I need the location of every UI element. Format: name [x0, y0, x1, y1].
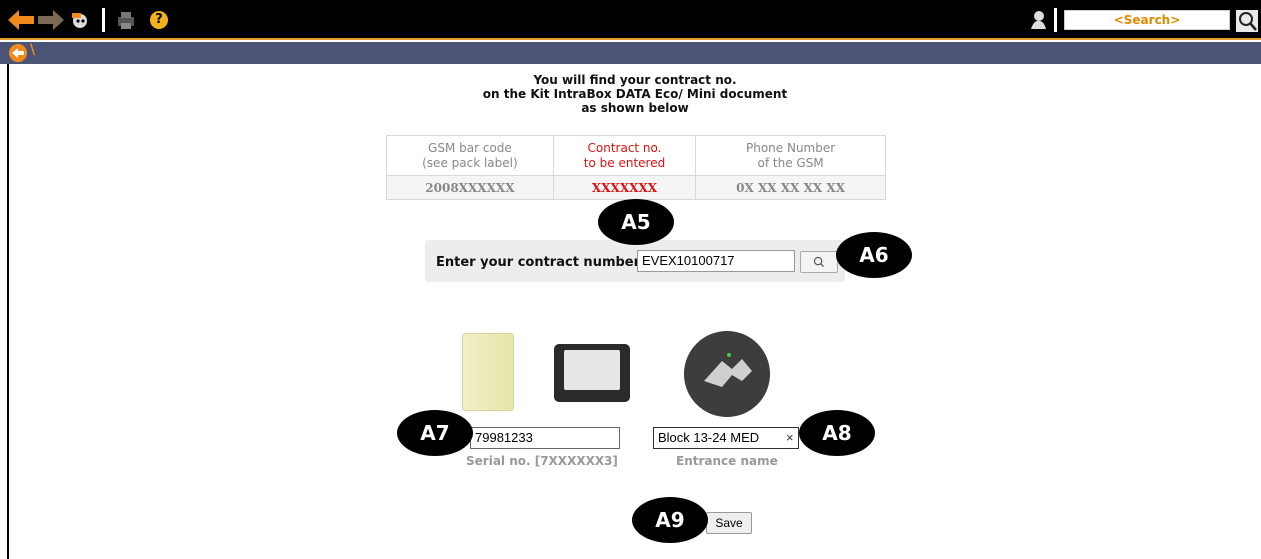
help-icon[interactable]: ? [150, 11, 168, 29]
search-input[interactable]: <Search> [1064, 10, 1230, 30]
instructions-line-1: You will find your contract no. [533, 73, 737, 87]
serial-number-caption: Serial no. [7XXXXXX3] [466, 454, 618, 468]
table-header-row: GSM bar code (see pack label) Contract n… [386, 135, 886, 176]
entrance-name-caption: Entrance name [676, 454, 778, 468]
contract-number-label: Enter your contract number [436, 255, 641, 270]
user-icon[interactable] [1028, 9, 1048, 31]
back-circle-icon[interactable] [9, 44, 27, 62]
robot-icon[interactable] [68, 9, 92, 31]
save-button[interactable]: Save [706, 512, 752, 534]
top-toolbar: ? <Search> [0, 0, 1261, 40]
page-border [7, 64, 9, 559]
annotation-badge-a8: A8 [799, 410, 875, 456]
clear-icon[interactable]: × [786, 430, 794, 445]
instructions: You will find your contract no. on the K… [420, 73, 850, 115]
entrance-name-input[interactable]: Block 13-24 MED [653, 427, 799, 449]
annotation-badge-a6: A6 [836, 232, 912, 278]
contract-no-value: XXXXXXX [552, 175, 697, 200]
instructions-line-2: on the Kit IntraBox DATA Eco/ Mini docum… [482, 87, 788, 101]
contract-no-header: Contract no. to be entered [552, 135, 697, 176]
annotation-badge-a7: A7 [397, 410, 473, 456]
toolbar-separator [102, 8, 105, 32]
back-arrow-icon[interactable] [8, 9, 34, 31]
forward-arrow-icon[interactable] [38, 9, 64, 31]
gsm-barcode-header: GSM bar code (see pack label) [386, 135, 554, 176]
printer-icon[interactable] [115, 9, 137, 31]
breadcrumb-separator: \ [30, 42, 36, 58]
instructions-line-3: as shown below [581, 101, 689, 115]
phone-number-header: Phone Number of the GSM [695, 135, 886, 176]
contract-reference-table: GSM bar code (see pack label) Contract n… [386, 135, 886, 200]
serial-number-input[interactable]: 79981233 [470, 427, 620, 449]
magnifier-icon[interactable] [1236, 10, 1258, 32]
table-row: 2008XXXXXX XXXXXXX 0X XX XX XX XX [386, 175, 886, 200]
magnifier-icon [813, 256, 825, 268]
toolbar-separator [1054, 8, 1057, 32]
intrabox-eco-image [462, 333, 514, 411]
annotation-badge-a5: A5 [598, 199, 674, 245]
intrabox-mini-image [554, 344, 630, 402]
phone-number-value: 0X XX XX XX XX [695, 175, 886, 200]
badge-reader-image [684, 331, 770, 417]
gsm-barcode-value: 2008XXXXXX [386, 175, 554, 200]
contract-lookup-button[interactable] [800, 251, 838, 273]
breadcrumb-bar [0, 42, 1261, 64]
contract-number-input[interactable]: EVEX10100717 [637, 250, 795, 272]
annotation-badge-a9: A9 [632, 497, 708, 543]
